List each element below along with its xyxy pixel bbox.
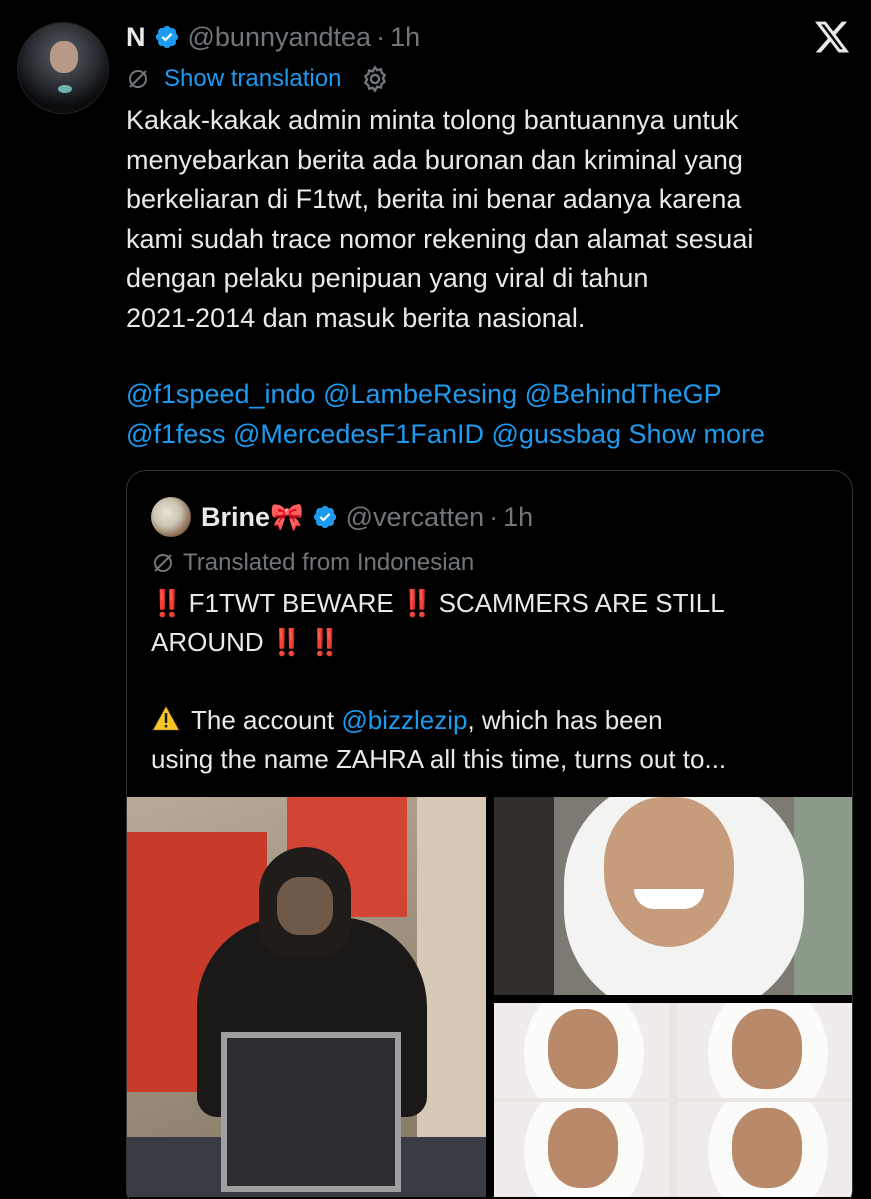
mentions-line: @f1fess @MercedesF1FanID @gussbag Show m… bbox=[126, 415, 846, 455]
double-exclamation-icon: ‼️ bbox=[270, 627, 303, 657]
headline-part: AROUND bbox=[151, 627, 264, 657]
mention-link[interactable]: @f1fess bbox=[126, 419, 225, 449]
headline-part: SCAMMERS ARE STILL bbox=[438, 588, 725, 618]
quoted-text-blank bbox=[151, 662, 841, 701]
translated-label: Translated from Indonesian bbox=[183, 549, 475, 576]
quoted-media-grid bbox=[127, 797, 852, 1199]
translate-slash-icon bbox=[154, 554, 172, 572]
quoted-text-line: AROUND ‼️ ‼️ bbox=[151, 623, 841, 662]
translated-label-row: Translated from Indonesian bbox=[151, 547, 474, 579]
photo-detail bbox=[221, 1032, 401, 1192]
mention-link[interactable]: @LambeResing bbox=[323, 379, 517, 409]
media-photo-cctv[interactable] bbox=[127, 797, 486, 1197]
photo-detail bbox=[634, 889, 704, 909]
quoted-author-name[interactable]: Brine🎀 bbox=[201, 501, 304, 533]
post-text-line: berkeliaran di F1twt, berita ini benar a… bbox=[126, 184, 742, 215]
post-time[interactable]: 1h bbox=[390, 22, 420, 53]
post-text: Kakak-kakak admin minta tolong bantuanny… bbox=[126, 101, 846, 339]
post-mentions: @f1speed_indo @LambeResing @BehindTheGP … bbox=[126, 375, 846, 454]
double-exclamation-icon: ‼️ bbox=[400, 588, 433, 618]
quoted-text-line: ‼️ F1TWT BEWARE ‼️ SCAMMERS ARE STILL bbox=[151, 584, 841, 623]
translation-row: Show translation bbox=[126, 62, 389, 96]
post-text-line: menyebarkan berita ada buronan dan krimi… bbox=[126, 144, 743, 175]
gear-icon[interactable] bbox=[361, 65, 389, 93]
photo-detail bbox=[494, 797, 554, 995]
show-more-link[interactable]: Show more bbox=[629, 419, 766, 449]
media-photo-portrait[interactable] bbox=[494, 797, 852, 995]
mention-link[interactable]: @bizzlezip bbox=[341, 705, 467, 735]
mention-link[interactable]: @gussbag bbox=[491, 419, 621, 449]
show-translation-link[interactable]: Show translation bbox=[164, 65, 341, 93]
collage-cell bbox=[494, 1003, 670, 1098]
x-logo-icon[interactable] bbox=[813, 18, 851, 56]
quoted-text-line: using the name ZAHRA all this time, turn… bbox=[151, 744, 727, 774]
separator-dot: · bbox=[489, 501, 499, 532]
media-photo-collage[interactable] bbox=[494, 1003, 852, 1197]
warning-icon bbox=[151, 704, 181, 732]
author-avatar[interactable] bbox=[17, 22, 109, 114]
mention-link[interactable]: @BehindTheGP bbox=[525, 379, 722, 409]
mention-link[interactable]: @f1speed_indo bbox=[126, 379, 316, 409]
avatar-face bbox=[50, 41, 78, 73]
photo-detail bbox=[277, 877, 333, 935]
post-text-line: Kakak-kakak admin minta tolong bantuanny… bbox=[126, 105, 739, 135]
collage-cell bbox=[678, 1003, 852, 1098]
avatar-shoulders bbox=[26, 75, 100, 113]
body-suffix: , which has been bbox=[467, 705, 663, 735]
avatar-logo bbox=[58, 85, 72, 93]
quoted-post-header: Brine🎀 @vercatten · 1h bbox=[151, 497, 533, 537]
double-exclamation-icon: ‼️ bbox=[151, 588, 183, 618]
separator-dot: · bbox=[376, 21, 386, 52]
quoted-author-avatar[interactable] bbox=[151, 497, 191, 537]
double-exclamation-icon: ‼️ bbox=[308, 627, 341, 657]
verified-badge-icon bbox=[155, 25, 178, 49]
author-name[interactable]: N bbox=[126, 22, 146, 53]
post-header: N @bunnyandtea · 1h bbox=[126, 18, 420, 56]
mentions-line: @f1speed_indo @LambeResing @BehindTheGP bbox=[126, 375, 846, 415]
author-handle[interactable]: @bunnyandtea bbox=[188, 22, 372, 53]
quoted-post-time[interactable]: 1h bbox=[503, 502, 533, 533]
post-text-line: kami sudah trace nomor rekening dan alam… bbox=[126, 223, 754, 254]
quoted-post[interactable]: Brine🎀 @vercatten · 1h Translated from I… bbox=[126, 470, 853, 1199]
mention-link[interactable]: @MercedesF1FanID bbox=[233, 419, 484, 449]
verified-badge-icon bbox=[313, 505, 336, 529]
post-text-line: 2021-2014 dan masuk berita nasional. bbox=[126, 302, 586, 333]
quoted-post-text: ‼️ F1TWT BEWARE ‼️ SCAMMERS ARE STILL AR… bbox=[151, 584, 841, 779]
photo-detail bbox=[604, 797, 734, 947]
collage-cell bbox=[494, 1102, 670, 1197]
quoted-author-handle[interactable]: @vercatten bbox=[346, 502, 484, 533]
quoted-text-line: The account @bizzlezip, which has been bbox=[151, 701, 841, 740]
translate-slash-icon bbox=[129, 70, 147, 88]
headline-part: F1TWT BEWARE bbox=[188, 588, 394, 618]
post-text-line: dengan pelaku penipuan yang viral di tah… bbox=[126, 263, 649, 294]
collage-cell bbox=[678, 1102, 852, 1197]
body-prefix: The account bbox=[191, 705, 335, 735]
